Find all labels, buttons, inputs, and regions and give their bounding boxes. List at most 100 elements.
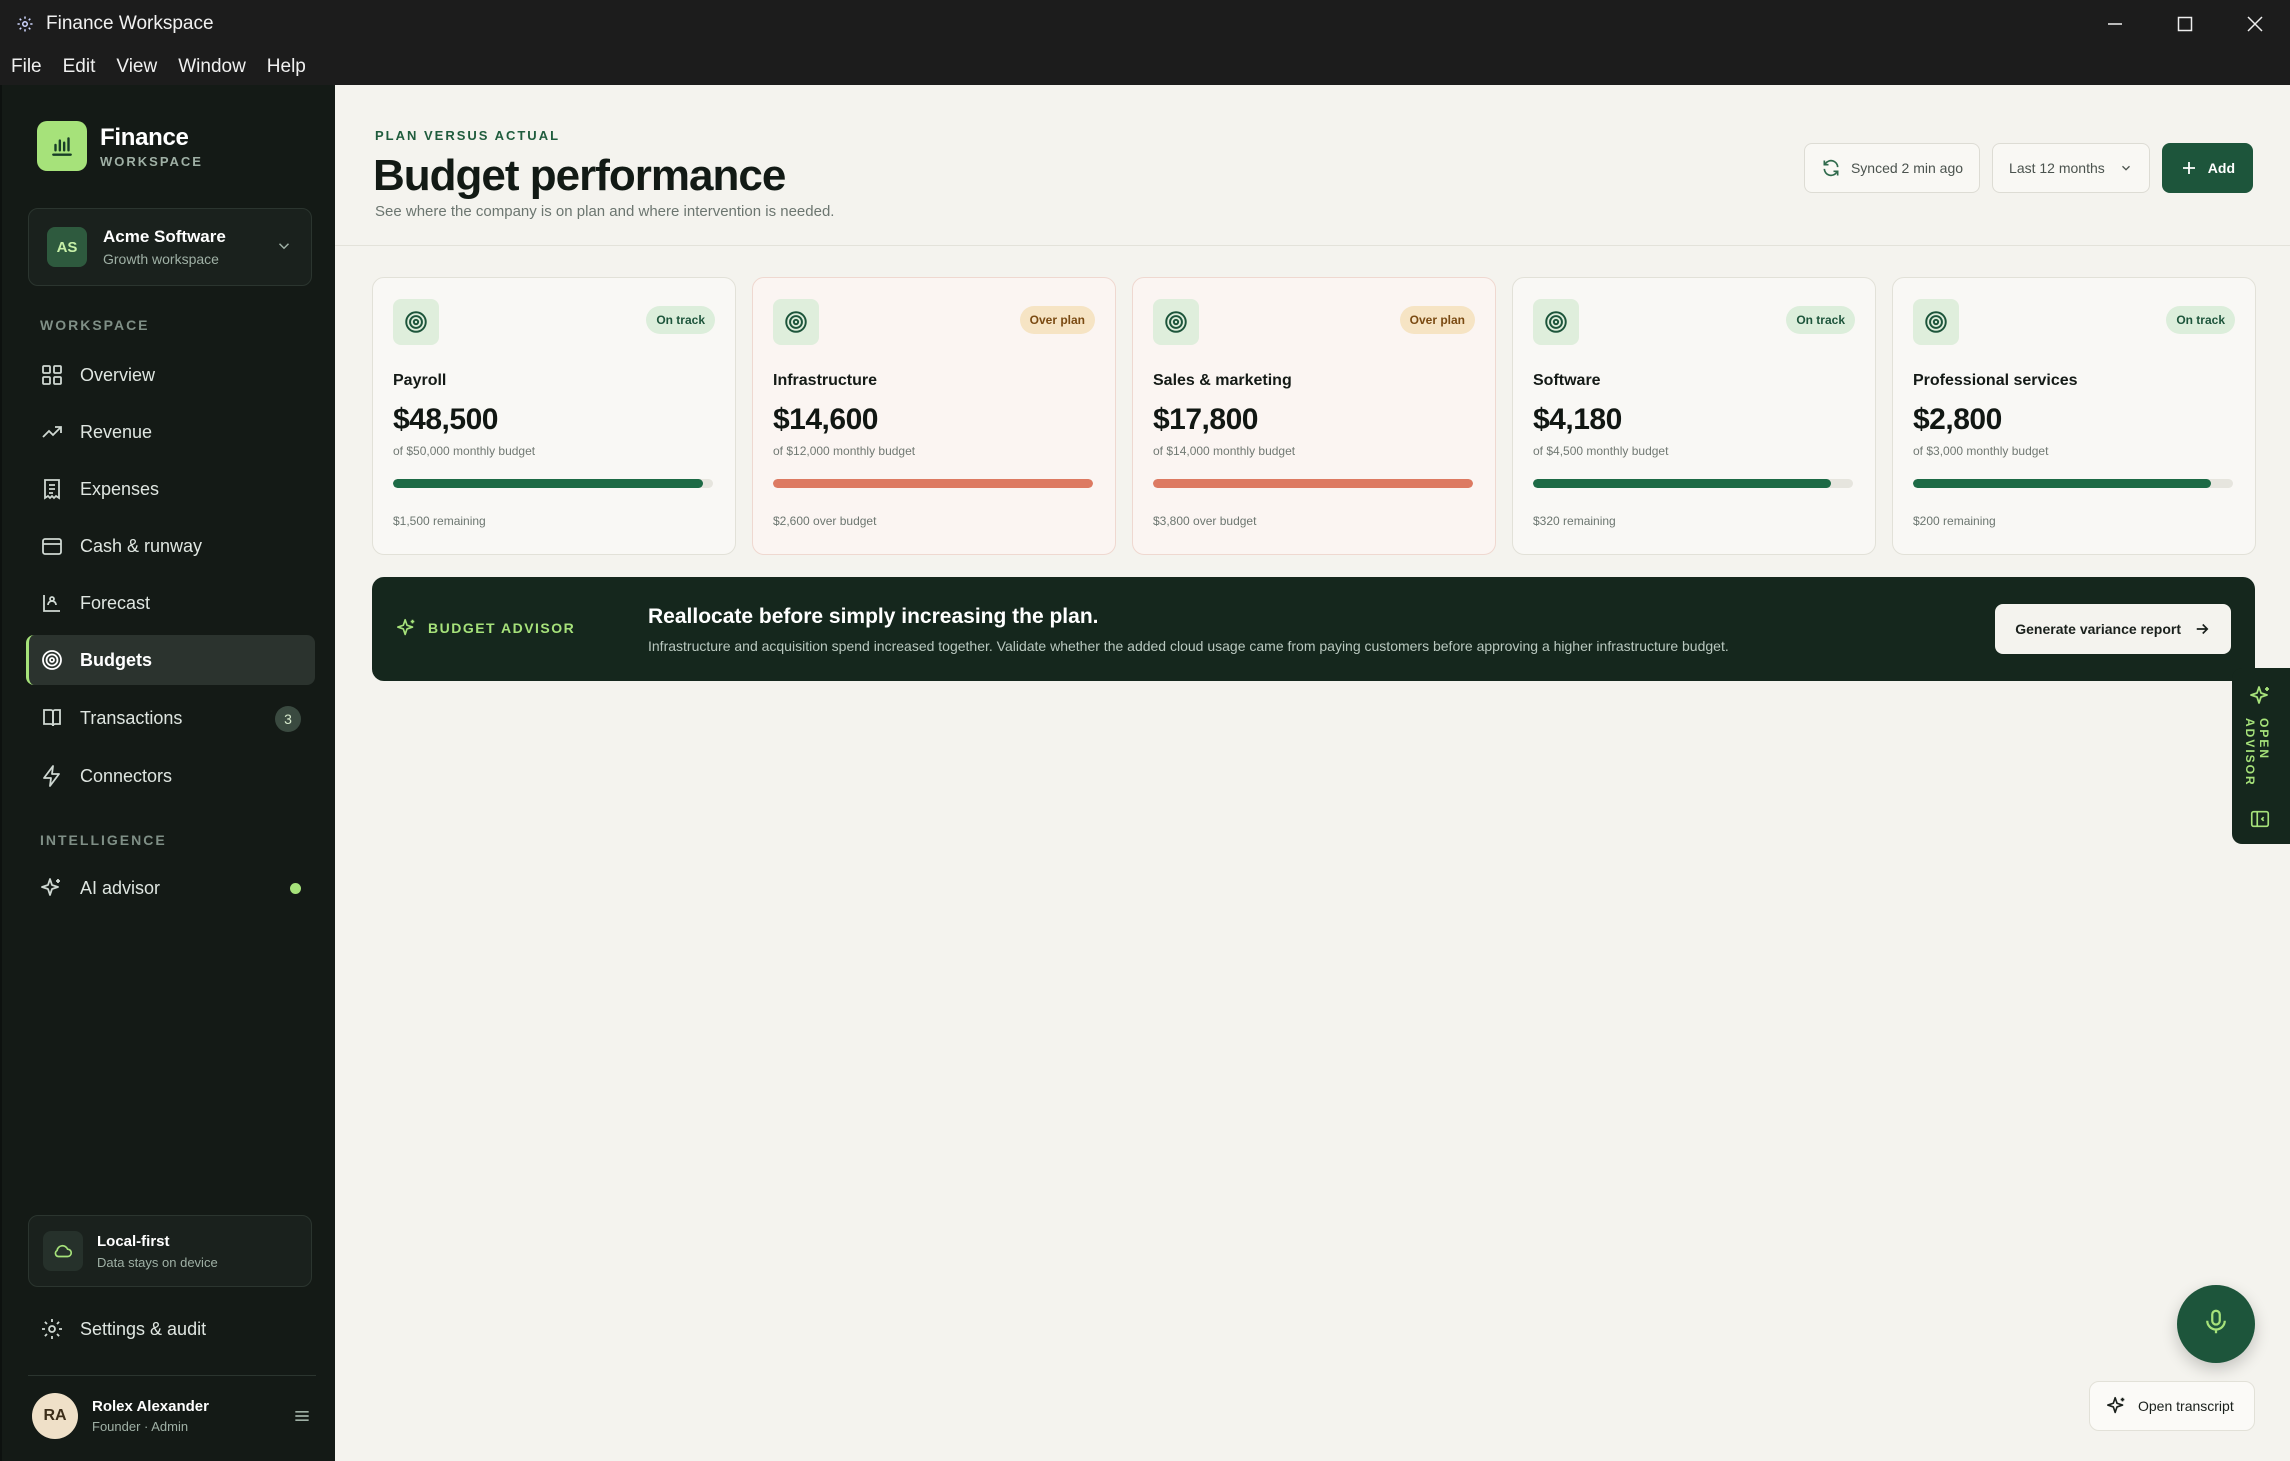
sidebar-item-overview[interactable]: Overview	[26, 350, 315, 400]
sidebar-item-forecast[interactable]: Forecast	[26, 578, 315, 628]
budget-progress-fill	[1153, 479, 1473, 488]
target-icon	[773, 299, 819, 345]
user-name: Rolex Alexander	[92, 1398, 209, 1415]
sidebar-item-connectors[interactable]: Connectors	[26, 751, 315, 801]
status-badge: Over plan	[1399, 306, 1475, 334]
budget-amount: $4,180	[1533, 403, 1622, 436]
sidebar-item-transactions[interactable]: Transactions 3	[26, 693, 315, 743]
sidebar-item-settings[interactable]: Settings & audit	[26, 1304, 315, 1354]
arrow-right-icon	[2193, 620, 2211, 638]
book-icon	[38, 704, 66, 732]
workspace-switcher[interactable]: AS Acme Software Growth workspace	[28, 208, 312, 286]
budget-remaining: $200 remaining	[1913, 514, 1996, 528]
budget-progress-track	[773, 479, 1093, 488]
budget-card-professional-services[interactable]: On track Professional services $2,800 of…	[1892, 277, 2256, 555]
date-range-select[interactable]: Last 12 months	[1992, 143, 2150, 193]
budget-card-payroll[interactable]: On track Payroll $48,500 of $50,000 mont…	[372, 277, 736, 555]
budget-limit: of $14,000 monthly budget	[1153, 444, 1296, 458]
refresh-icon	[1821, 158, 1841, 178]
budget-remaining: $320 remaining	[1533, 514, 1616, 528]
status-badge: On track	[1786, 306, 1855, 334]
app-gear-icon	[14, 13, 36, 35]
menu-icon[interactable]	[292, 1406, 312, 1431]
sparkle-icon	[2249, 684, 2273, 713]
advisor-body: Infrastructure and acquisition spend inc…	[648, 638, 1729, 654]
user-role: Founder · Admin	[92, 1419, 189, 1434]
sidebar-item-ai-advisor[interactable]: AI advisor	[26, 863, 315, 913]
local-first-card: Local-first Data stays on device	[28, 1215, 312, 1287]
budget-progress-track	[1913, 479, 2233, 488]
transactions-count-badge: 3	[275, 706, 301, 732]
sidebar-item-expenses[interactable]: Expenses	[26, 464, 315, 514]
voice-input-button[interactable]	[2177, 1285, 2255, 1363]
budget-card-infrastructure[interactable]: Over plan Infrastructure $14,600 of $12,…	[752, 277, 1116, 555]
menu-view[interactable]: View	[116, 56, 157, 78]
brand-name: Finance	[100, 123, 189, 151]
sidebar-item-label: Expenses	[80, 478, 160, 499]
budget-limit: of $4,500 monthly budget	[1533, 444, 1669, 458]
sidebar-item-budgets[interactable]: Budgets	[26, 635, 315, 685]
budget-amount: $48,500	[393, 403, 498, 436]
sparkle-icon	[396, 617, 418, 639]
menu-bar: File Edit View Window Help	[0, 48, 2290, 85]
budget-name: Payroll	[393, 372, 447, 389]
brand[interactable]: Finance WORKSPACE	[37, 121, 203, 171]
budget-amount: $2,800	[1913, 403, 2002, 436]
wallet-icon	[38, 532, 66, 560]
sidebar-item-label: Settings & audit	[80, 1318, 207, 1339]
budget-remaining: $1,500 remaining	[393, 514, 486, 528]
sidebar-item-revenue[interactable]: Revenue	[26, 407, 315, 457]
budget-amount: $14,600	[773, 403, 878, 436]
generate-variance-report-button[interactable]: Generate variance report	[1995, 604, 2231, 654]
budget-card-software[interactable]: On track Software $4,180 of $4,500 month…	[1512, 277, 1876, 555]
add-button[interactable]: Add	[2161, 143, 2253, 193]
budget-progress-fill	[1913, 479, 2211, 488]
menu-edit[interactable]: Edit	[63, 56, 96, 78]
live-status-dot	[290, 883, 301, 894]
sidebar-item-label: Connectors	[80, 765, 173, 786]
budget-progress-fill	[393, 479, 704, 488]
brand-subtitle: WORKSPACE	[100, 153, 203, 169]
close-window-button[interactable]	[2220, 0, 2290, 48]
receipt-icon	[38, 475, 66, 503]
status-badge: On track	[2166, 306, 2235, 334]
local-first-subtitle: Data stays on device	[97, 1254, 218, 1270]
budget-card-sales-marketing[interactable]: Over plan Sales & marketing $17,800 of $…	[1132, 277, 1496, 555]
budget-cards: On track Payroll $48,500 of $50,000 mont…	[372, 277, 2256, 555]
menu-window[interactable]: Window	[178, 56, 246, 78]
budget-progress-fill	[773, 479, 1093, 488]
budget-name: Software	[1533, 372, 1601, 389]
menu-help[interactable]: Help	[267, 56, 306, 78]
open-transcript-button[interactable]: Open transcript	[2089, 1381, 2255, 1431]
budget-progress-fill	[1533, 479, 1831, 488]
sidebar-item-label: Revenue	[80, 421, 153, 442]
sidebar-item-label: Forecast	[80, 592, 151, 613]
budget-amount: $17,800	[1153, 403, 1258, 436]
budget-advisor-banner: BUDGET ADVISOR Reallocate before simply …	[372, 577, 2255, 681]
budget-progress-track	[1533, 479, 1853, 488]
target-icon	[393, 299, 439, 345]
sparkle-icon	[38, 874, 66, 902]
maximize-button[interactable]	[2150, 0, 2220, 48]
user-profile[interactable]: RA Rolex Alexander Founder · Admin	[32, 1392, 312, 1440]
sparkle-icon	[2106, 1395, 2128, 1417]
sidebar-item-label: Cash & runway	[80, 535, 203, 556]
budget-over: $3,800 over budget	[1153, 514, 1257, 528]
sync-button[interactable]: Synced 2 min ago	[1803, 143, 1981, 193]
panel-icon	[2249, 808, 2271, 835]
open-advisor-tab[interactable]: OPEN ADVISOR	[2232, 668, 2290, 844]
microphone-icon	[2201, 1307, 2231, 1342]
sidebar-item-cash-runway[interactable]: Cash & runway	[26, 521, 315, 571]
open-advisor-label: OPEN ADVISOR	[2243, 718, 2271, 787]
open-transcript-label: Open transcript	[2138, 1398, 2234, 1414]
target-icon	[38, 646, 66, 674]
minimize-button[interactable]	[2080, 0, 2150, 48]
budget-name: Professional services	[1913, 372, 2078, 389]
advisor-headline: Reallocate before simply increasing the …	[648, 605, 1099, 628]
budget-limit: of $3,000 monthly budget	[1913, 444, 2049, 458]
budget-name: Sales & marketing	[1153, 372, 1292, 389]
date-range-value: Last 12 months	[2009, 160, 2105, 176]
plus-icon	[2180, 159, 2198, 177]
menu-file[interactable]: File	[11, 56, 42, 78]
sidebar-item-label: Budgets	[80, 649, 152, 670]
